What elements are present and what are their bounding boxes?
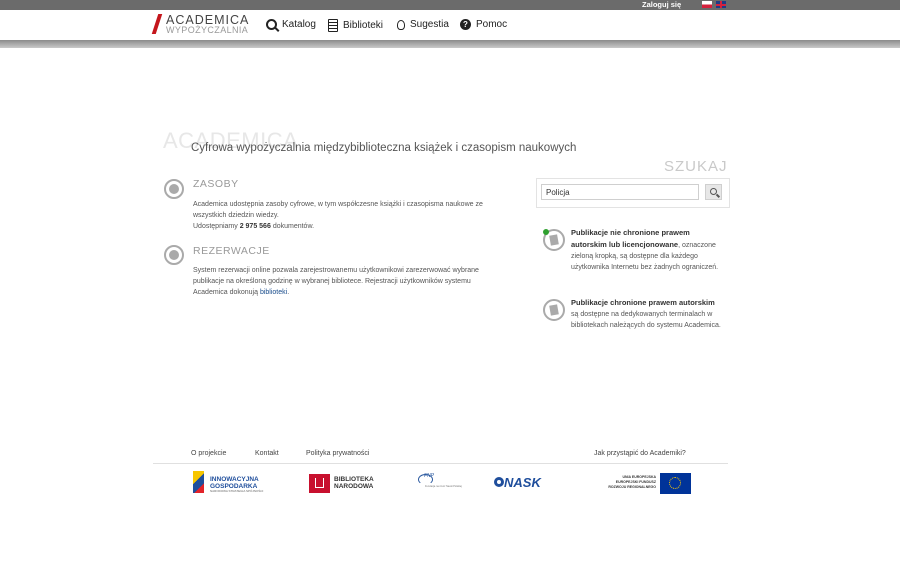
search-icon — [266, 19, 277, 30]
top-bar — [0, 0, 900, 10]
nav-katalog-label: Katalog — [282, 19, 316, 30]
lightbulb-icon — [397, 19, 405, 30]
nav-katalog[interactable]: Katalog — [266, 19, 316, 30]
protected-publications-text: są dostępne na dedykowanych terminalach … — [571, 311, 721, 329]
zasoby-icon — [164, 179, 184, 199]
free-publications-info: Publikacje nie chronione prawem autorski… — [571, 227, 721, 273]
nav-sugestia[interactable]: Sugestia — [397, 19, 449, 30]
footer-polityka[interactable]: Polityka prywatności — [306, 450, 369, 457]
en-flag-icon[interactable] — [716, 1, 726, 8]
footer-join[interactable]: Jak przystąpić do Academiki? — [594, 450, 686, 457]
zasoby-count-suffix: dokumentów. — [272, 223, 315, 230]
nask-logo — [494, 477, 504, 487]
search-title: SZUKAJ — [664, 158, 728, 175]
fnp-logo-subtext: Fundacja na rzecz Nauki Polskiej — [425, 485, 462, 488]
pl-flag-icon[interactable] — [702, 1, 712, 8]
header-divider — [0, 40, 900, 48]
protected-publications-info: Publikacje chronione prawem autorskim są… — [571, 297, 721, 331]
nav-pomoc[interactable]: ? Pomoc — [460, 19, 507, 30]
document-count: 2 975 566 — [239, 223, 271, 230]
nav-biblioteki[interactable]: Biblioteki — [328, 19, 383, 32]
nav-biblioteki-label: Biblioteki — [343, 20, 384, 31]
footer-divider — [153, 463, 728, 464]
search-icon — [710, 188, 717, 195]
help-icon: ? — [460, 19, 471, 30]
login-link[interactable]: Zaloguj się — [642, 0, 681, 10]
free-publications-title: Publikacje nie chronione prawem autorski… — [571, 228, 690, 249]
nav-pomoc-label: Pomoc — [476, 19, 508, 30]
hero-tagline: Cyfrowa wypożyczalnia międzybiblioteczna… — [191, 142, 577, 154]
fnp-logo-text: FNP — [424, 473, 434, 479]
rezerwacje-suffix: . — [287, 289, 290, 296]
ig-logo-subtext: NARODOWA STRATEGIA SPÓJNOŚCI — [210, 489, 264, 493]
rezerwacje-description: System rezerwacji online pozwala zarejes… — [193, 267, 479, 296]
green-dot-icon — [543, 229, 549, 235]
bn-logo-text: BIBLIOTEKA NARODOWA — [334, 476, 374, 490]
protected-publications-title: Publikacje chronione prawem autorskim — [571, 298, 715, 307]
rezerwacje-tag-icon — [164, 245, 184, 265]
biblioteki-link[interactable]: biblioteki — [260, 289, 287, 296]
biblioteka-narodowa-logo — [309, 474, 330, 493]
document-icon — [543, 299, 565, 321]
rezerwacje-title: REZERWACJE — [193, 245, 270, 257]
navigation-bar — [0, 10, 900, 40]
eu-flag-icon — [660, 473, 691, 494]
footer-kontakt[interactable]: Kontakt — [255, 450, 279, 457]
book-icon — [328, 19, 338, 32]
footer-o-projekcie[interactable]: O projekcie — [191, 450, 226, 457]
search-button[interactable] — [705, 184, 722, 200]
nask-logo-text: NASK — [504, 475, 541, 490]
innowacyjna-gospodarka-logo — [193, 471, 204, 493]
search-input[interactable] — [541, 184, 699, 200]
zasoby-description: Academica udostępnia zasoby cyfrowe, w t… — [193, 201, 483, 219]
ig-logo-text: INNOWACYJNA GOSPODARKA — [210, 476, 259, 490]
zasoby-text: Academica udostępnia zasoby cyfrowe, w t… — [193, 199, 508, 232]
zasoby-title: ZASOBY — [193, 178, 239, 190]
ue-logo-text: UNIA EUROPEJSKA EUROPEJSKI FUNDUSZ ROZWOJU… — [608, 475, 656, 489]
zasoby-count-prefix: Udostępniamy — [193, 223, 238, 230]
nav-sugestia-label: Sugestia — [410, 19, 449, 30]
logo-subtitle[interactable]: WYPOŻYCZALNIA — [166, 25, 248, 35]
rezerwacje-text: System rezerwacji online pozwala zarejes… — [193, 265, 503, 298]
